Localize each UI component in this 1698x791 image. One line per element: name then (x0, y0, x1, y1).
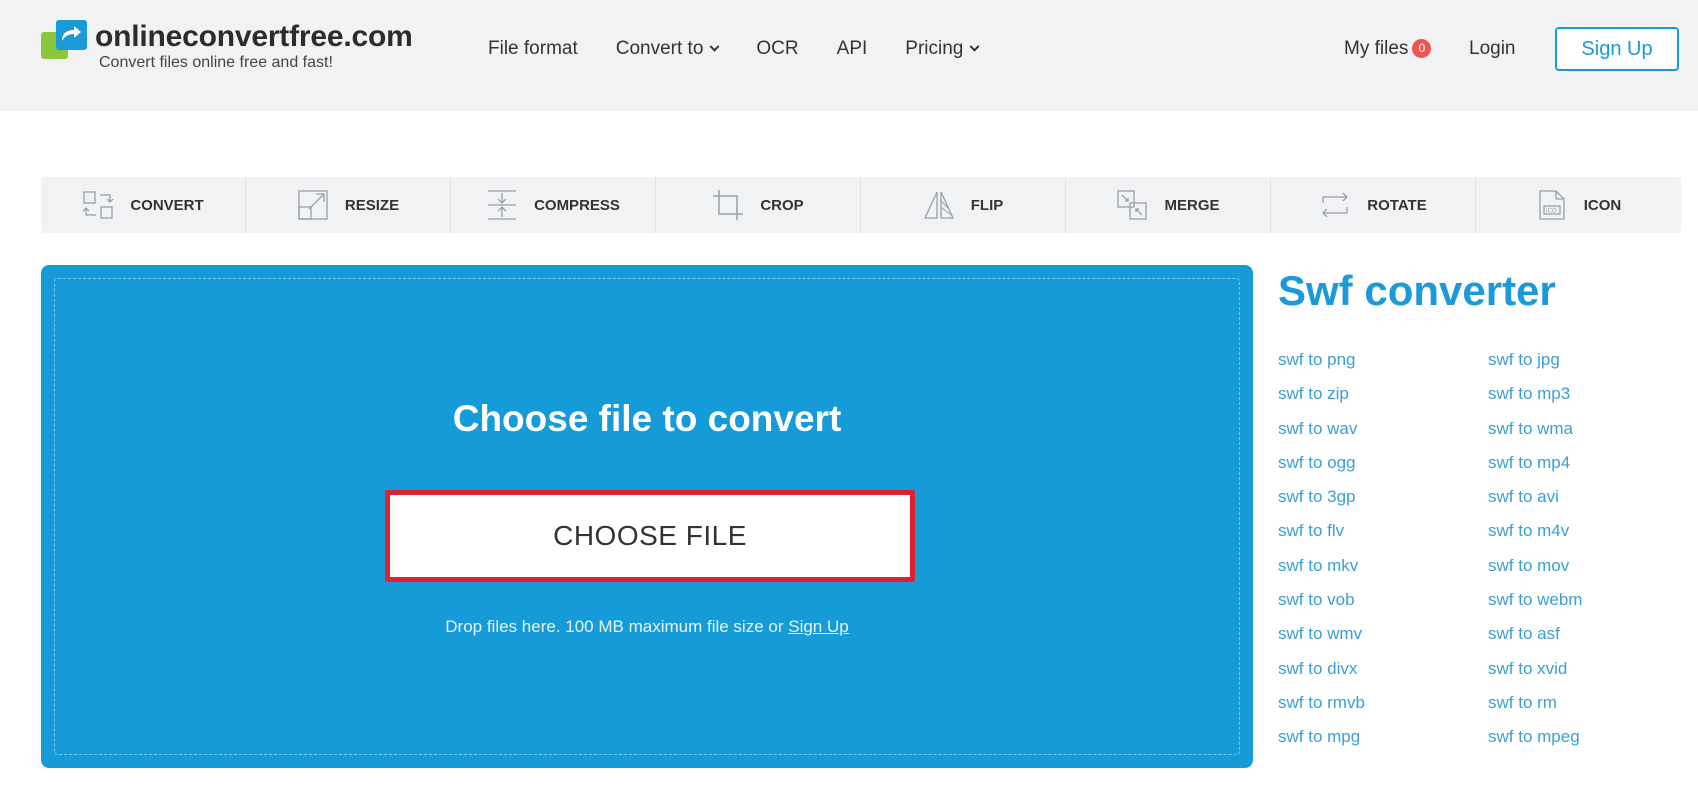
upload-dropzone[interactable]: Choose file to convert CHOOSE FILE Drop … (41, 265, 1253, 768)
chevron-down-icon (709, 41, 720, 52)
logo-title: onlineconvertfree.com (95, 20, 413, 53)
conversion-link[interactable]: swf to mp3 (1488, 384, 1698, 418)
conversion-links: swf to png swf to jpg swf to zip swf to … (1278, 350, 1698, 762)
conversion-link[interactable]: swf to wmv (1278, 624, 1488, 658)
conversion-link[interactable]: swf to mkv (1278, 556, 1488, 590)
tool-merge[interactable]: MERGE (1066, 177, 1271, 233)
tool-crop[interactable]: CROP (656, 177, 861, 233)
my-files-link[interactable]: My files 0 (1344, 38, 1432, 60)
resize-icon (298, 190, 328, 220)
conversion-link[interactable]: swf to rmvb (1278, 693, 1488, 727)
nav-api[interactable]: API (837, 38, 868, 60)
choose-file-button[interactable]: CHOOSE FILE (385, 490, 915, 582)
tool-icon[interactable]: ICO ICON (1476, 177, 1681, 233)
crop-icon (713, 190, 744, 220)
site-header: onlineconvertfree.com Convert files onli… (0, 0, 1698, 111)
conversion-link[interactable]: swf to jpg (1488, 350, 1698, 384)
conversion-link[interactable]: swf to 3gp (1278, 487, 1488, 521)
compress-icon (488, 190, 517, 220)
tool-compress[interactable]: COMPRESS (451, 177, 656, 233)
rotate-icon (1322, 192, 1349, 218)
signup-link[interactable]: Sign Up (788, 617, 848, 636)
conversion-link[interactable]: swf to flv (1278, 521, 1488, 555)
nav-ocr[interactable]: OCR (756, 38, 798, 60)
converter-title: Swf converter (1278, 267, 1556, 314)
drop-hint: Drop files here. 100 MB maximum file siz… (445, 617, 849, 636)
tool-resize[interactable]: RESIZE (246, 177, 451, 233)
conversion-link[interactable]: swf to rm (1488, 693, 1698, 727)
conversion-link[interactable]: swf to asf (1488, 624, 1698, 658)
conversion-link[interactable]: swf to mov (1488, 556, 1698, 590)
nav-file-format[interactable]: File format (488, 38, 578, 60)
conversion-link[interactable]: swf to wma (1488, 419, 1698, 453)
tool-convert[interactable]: CONVERT (41, 177, 246, 233)
nav-convert-to[interactable]: Convert to (616, 38, 720, 60)
svg-text:ICO: ICO (1546, 209, 1557, 215)
conversion-link[interactable]: swf to mp4 (1488, 453, 1698, 487)
chevron-down-icon (969, 41, 980, 52)
upload-title: Choose file to convert (452, 398, 842, 439)
conversion-link[interactable]: swf to avi (1488, 487, 1698, 521)
signup-button[interactable]: Sign Up (1555, 27, 1679, 71)
convert-icon (82, 191, 114, 219)
tool-bar: CONVERT RESIZE COMPRESS CROP FLIP MERGE (41, 177, 1681, 233)
flip-icon (923, 191, 954, 219)
login-link[interactable]: Login (1469, 38, 1516, 60)
conversion-link[interactable]: swf to mpg (1278, 727, 1488, 761)
conversion-link[interactable]: swf to wav (1278, 419, 1488, 453)
conversion-link[interactable]: swf to divx (1278, 659, 1488, 693)
tool-flip[interactable]: FLIP (861, 177, 1066, 233)
main-nav: File format Convert to OCR API Pricing (488, 38, 1016, 60)
ico-file-icon: ICO (1539, 190, 1565, 220)
site-logo[interactable]: onlineconvertfree.com Convert files onli… (41, 20, 413, 72)
conversion-link[interactable]: swf to png (1278, 350, 1488, 384)
conversion-link[interactable]: swf to vob (1278, 590, 1488, 624)
conversion-link[interactable]: swf to zip (1278, 384, 1488, 418)
tool-rotate[interactable]: ROTATE (1271, 177, 1476, 233)
conversion-link[interactable]: swf to ogg (1278, 453, 1488, 487)
conversion-link[interactable]: swf to m4v (1488, 521, 1698, 555)
conversion-link[interactable]: swf to xvid (1488, 659, 1698, 693)
merge-icon (1117, 190, 1148, 220)
conversion-link[interactable]: swf to mpeg (1488, 727, 1698, 761)
my-files-count-badge: 0 (1412, 39, 1432, 58)
nav-pricing[interactable]: Pricing (905, 38, 980, 60)
logo-icon (41, 20, 87, 60)
logo-tagline: Convert files online free and fast! (99, 54, 333, 71)
conversion-link[interactable]: swf to webm (1488, 590, 1698, 624)
